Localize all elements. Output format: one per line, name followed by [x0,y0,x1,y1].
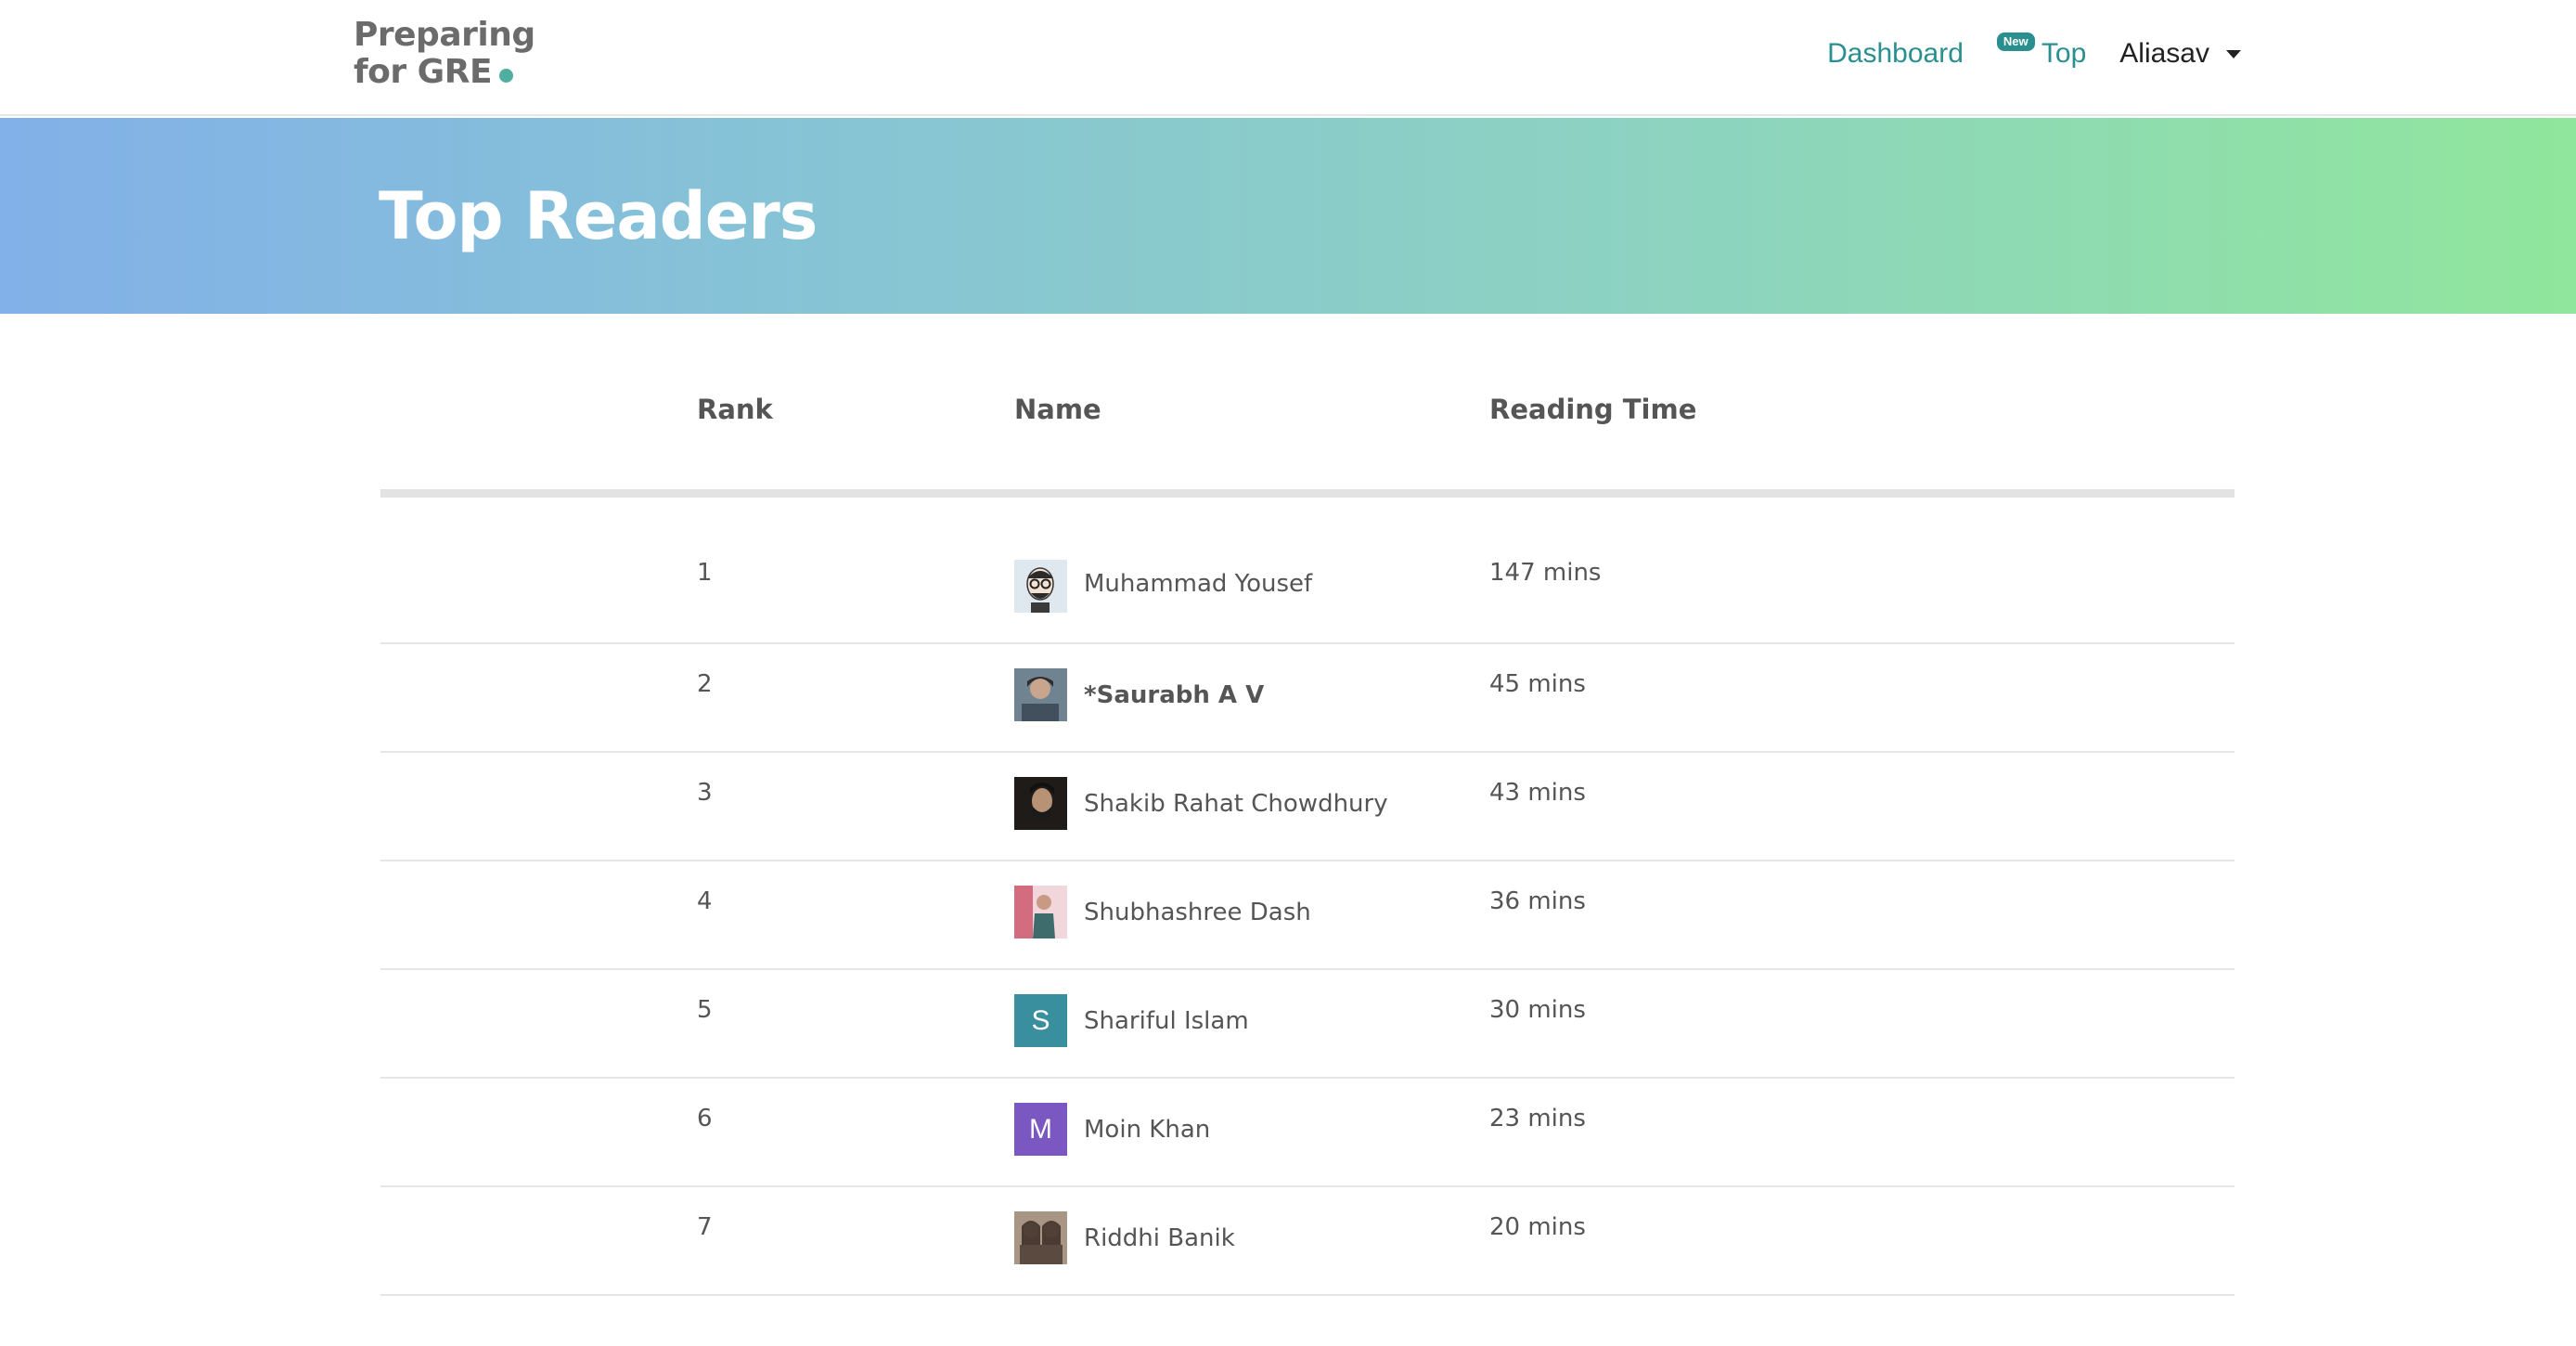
table-row: 4 Shubhashree Dash 36 mins [380,861,2235,970]
table-row: 3 Shakib Rahat Chowdhury 43 mins [380,753,2235,861]
reader-name[interactable]: Shariful Islam [1084,1007,1249,1035]
nav-links: Dashboard New Top Aliasav [1827,32,2241,74]
avatar[interactable] [1014,1211,1067,1264]
rank-cell: 6 [697,1105,713,1132]
avatar-photo-icon [1014,668,1067,721]
reader-name[interactable]: Shakib Rahat Chowdhury [1084,790,1388,818]
new-badge: New [1996,32,2035,51]
site-logo[interactable]: Preparing for GRE [354,17,535,91]
column-header-reading-time: Reading Time [1489,394,1697,425]
column-header-rank: Rank [697,394,773,425]
table-row: 1 Muhammad Yousef 147 mins [380,498,2235,644]
avatar-cartoon-icon [1014,560,1067,613]
reader-name[interactable]: *Saurabh A V [1084,681,1264,709]
chevron-down-icon [2226,49,2241,58]
logo-line-2: for GRE [354,54,535,91]
avatar-photo-icon [1014,1211,1067,1264]
table-header: Rank Name Reading Time [380,314,2235,498]
rank-cell: 4 [697,887,713,915]
reader-name[interactable]: Muhammad Yousef [1084,570,1312,598]
page-title: Top Readers [379,178,818,254]
logo-dot-icon [499,69,514,83]
table-body: 1 Muhammad Yousef 147 mins 2 *Saurabh A … [380,498,2235,1296]
avatar-letter: S [1031,1004,1050,1036]
avatar[interactable] [1014,560,1067,613]
rank-cell: 2 [697,670,713,698]
reading-time-cell: 36 mins [1489,887,1586,915]
nav-dashboard-link[interactable]: Dashboard [1827,38,1964,70]
avatar[interactable] [1014,668,1067,721]
reading-time-cell: 30 mins [1489,996,1586,1024]
rank-cell: 7 [697,1213,713,1241]
nav-top-label: Top [2041,38,2087,69]
table-row: 6 M Moin Khan 23 mins [380,1079,2235,1187]
nav-top-link[interactable]: New Top [1996,32,2087,70]
reading-time-cell: 43 mins [1489,779,1586,807]
avatar[interactable]: M [1014,1103,1067,1156]
table-row: 7 Riddhi Banik 20 mins [380,1187,2235,1296]
user-name: Aliasav [2119,38,2209,69]
logo-text: for GRE [354,53,493,91]
rank-cell: 3 [697,779,713,807]
reader-name[interactable]: Shubhashree Dash [1084,899,1311,926]
table-row: 5 S Shariful Islam 30 mins [380,970,2235,1079]
reading-time-cell: 45 mins [1489,670,1586,698]
avatar-letter: M [1029,1113,1052,1145]
user-dropdown[interactable]: Aliasav [2119,38,2241,70]
reader-name[interactable]: Moin Khan [1084,1116,1210,1144]
page-banner: Top Readers [0,118,2576,314]
avatar[interactable] [1014,886,1067,938]
reading-time-cell: 147 mins [1489,559,1602,587]
rank-cell: 1 [697,559,713,587]
logo-line-1: Preparing [354,16,535,54]
rank-cell: 5 [697,996,713,1024]
reading-time-cell: 20 mins [1489,1213,1586,1241]
top-navbar: Preparing for GRE Dashboard New Top Alia… [0,0,2576,116]
table-row: 2 *Saurabh A V 45 mins [380,644,2235,753]
avatar[interactable] [1014,777,1067,830]
reader-name[interactable]: Riddhi Banik [1084,1224,1235,1252]
leaderboard-table: Rank Name Reading Time 1 Muhammad Yousef… [380,314,2235,1296]
column-header-name: Name [1014,394,1101,425]
reading-time-cell: 23 mins [1489,1105,1586,1132]
avatar[interactable]: S [1014,994,1067,1047]
avatar-photo-icon [1014,777,1067,830]
avatar-photo-icon [1014,886,1067,938]
